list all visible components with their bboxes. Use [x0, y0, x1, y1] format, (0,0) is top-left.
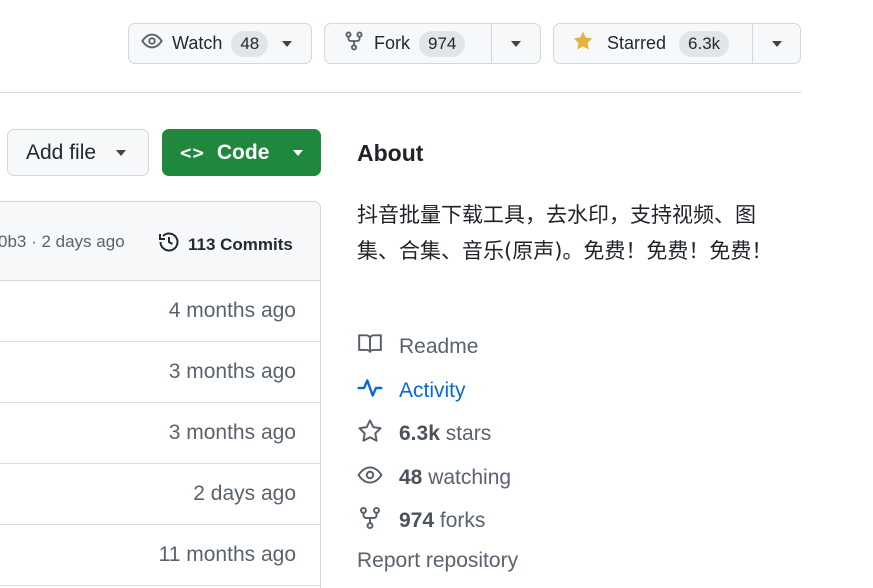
row-age: 3 months ago [168, 421, 296, 444]
table-row[interactable]: 3 months ago [0, 403, 320, 464]
chevron-down-icon [510, 40, 521, 47]
star-filled-icon [572, 30, 594, 57]
chevron-down-icon [293, 149, 304, 156]
watching-label: watching [428, 466, 512, 489]
table-row[interactable]: 4 months ago [0, 281, 320, 342]
watch-button[interactable]: Watch 48 [128, 23, 312, 64]
star-icon [357, 418, 383, 450]
stars-label: stars [445, 422, 492, 445]
header-divider [0, 92, 802, 93]
commits-count: 113 Commits [188, 234, 293, 254]
starred-label: Starred [607, 33, 667, 53]
watch-main[interactable]: Watch 48 [129, 24, 269, 63]
eye-icon [141, 30, 163, 57]
stars-link[interactable]: 6.3k stars [357, 418, 491, 450]
starred-main[interactable]: Starred 6.3k [554, 24, 752, 63]
fork-main[interactable]: Fork 974 [325, 24, 491, 63]
chevron-down-icon [116, 149, 127, 156]
watch-dropdown[interactable] [268, 24, 306, 63]
watching-count: 48 [399, 466, 423, 489]
star-count: 6.3k [679, 30, 730, 57]
watch-count: 48 [231, 30, 269, 57]
row-age: 2 days ago [193, 482, 296, 505]
code-icon: <> [180, 141, 205, 164]
add-file-label: Add file [26, 140, 97, 164]
fork-count: 974 [419, 30, 466, 57]
commits-link[interactable]: 113 Commits [157, 230, 293, 259]
fork-dropdown[interactable] [490, 24, 541, 63]
eye-icon [357, 462, 383, 494]
commit-hash[interactable]: 0b3 · 2 days ago [0, 232, 125, 252]
row-age: 11 months ago [158, 543, 296, 566]
activity-link[interactable]: Activity [357, 375, 466, 407]
fork-label: Fork [374, 33, 410, 53]
row-age: 4 months ago [168, 299, 296, 322]
forks-label: forks [439, 509, 486, 532]
stars-count: 6.3k [399, 422, 440, 445]
chevron-down-icon [771, 40, 782, 47]
chevron-down-icon [282, 40, 293, 47]
starred-button[interactable]: Starred 6.3k [553, 23, 801, 64]
readme-link[interactable]: Readme [357, 331, 478, 363]
row-age: 3 months ago [168, 360, 296, 383]
fork-icon [343, 30, 365, 57]
fork-button[interactable]: Fork 974 [324, 23, 541, 64]
repo-description: 抖音批量下载工具，去水印，支持视频、图集、合集、音乐(原声)。免费！免费！免费！ [357, 203, 773, 263]
starred-dropdown[interactable] [752, 24, 800, 63]
table-row[interactable]: 3 months ago [0, 342, 320, 403]
book-icon [357, 331, 383, 363]
forks-count: 974 [399, 509, 435, 532]
forks-link[interactable]: 974 forks [357, 505, 485, 537]
fork-icon [357, 505, 383, 537]
pulse-icon [357, 375, 383, 407]
report-repository-link[interactable]: Report repository [357, 549, 518, 573]
watchers-link[interactable]: 48 watching [357, 462, 511, 494]
history-icon [157, 230, 181, 259]
latest-commit-bar: 0b3 · 2 days ago 113 Commits [0, 202, 320, 281]
code-label: Code [216, 140, 270, 164]
table-row[interactable]: 11 months ago [0, 525, 320, 586]
add-file-button[interactable]: Add file [7, 129, 149, 176]
file-table: 0b3 · 2 days ago 113 Commits 4 months ag… [0, 201, 321, 588]
about-heading: About [357, 140, 424, 166]
table-row[interactable]: 2 days ago [0, 464, 320, 525]
activity-label: Activity [399, 379, 466, 402]
readme-label: Readme [399, 335, 479, 358]
watch-label: Watch [172, 33, 223, 53]
code-button[interactable]: <> Code [162, 129, 321, 176]
